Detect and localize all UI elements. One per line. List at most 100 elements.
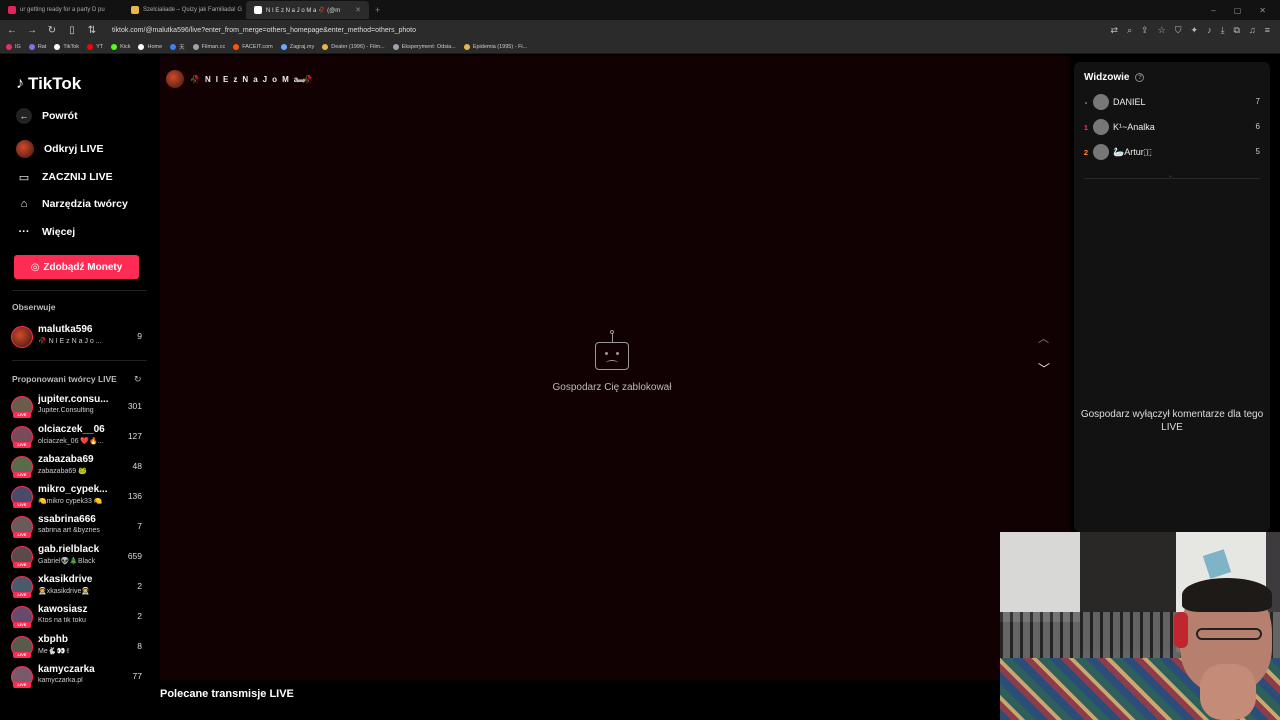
viewer-count: 9: [137, 331, 142, 341]
star-icon[interactable]: ☆: [1158, 25, 1166, 36]
viewer-row[interactable]: - DANIEL 7: [1082, 94, 1264, 112]
site-info-icon[interactable]: ⇅: [86, 25, 98, 36]
tiktok-logo[interactable]: ♪ TikTok: [16, 74, 81, 94]
viewer-rank: 1: [1083, 123, 1089, 132]
webcam-wall: [1000, 532, 1080, 622]
webcam-overlay: [1000, 532, 1280, 720]
more-dots-icon: ···: [18, 226, 30, 238]
url-field[interactable]: tiktok.com/@malutka596/live?enter_from_m…: [112, 27, 416, 34]
minimize-icon[interactable]: –: [1211, 6, 1215, 15]
bookmark-item[interactable]: Zagraj.my: [280, 43, 314, 50]
menu-icon[interactable]: ≡: [1265, 25, 1270, 36]
bookmark-item[interactable]: Rat: [28, 43, 46, 50]
avatar: [1093, 144, 1109, 160]
zoom-icon[interactable]: ⌕: [1127, 25, 1132, 36]
sidebar-item-more[interactable]: ··· Więcej: [16, 224, 76, 240]
host-name: 🥀 N I E z N a J o M a 🥀: [190, 74, 315, 84]
viewer-score: 6: [1255, 122, 1260, 131]
home-tools-icon: ⌂: [20, 198, 28, 210]
music-icon[interactable]: ♫: [1249, 25, 1256, 36]
share-icon[interactable]: ⇪: [1141, 25, 1149, 36]
bookmark-label: FACEIT.com: [242, 43, 273, 50]
viewer-row[interactable]: 1 K¹~Analka 6: [1082, 119, 1264, 137]
bookmark-favicon-icon: [170, 43, 177, 50]
chevron-down-icon[interactable]: ﹀: [1038, 360, 1050, 377]
bookmark-item[interactable]: 天: [170, 43, 185, 51]
viewer-score: 7: [1255, 97, 1260, 106]
bookmark-item[interactable]: Home: [138, 43, 162, 50]
reload-icon[interactable]: ↻: [46, 25, 58, 36]
suggested-creator-item[interactable]: LIVE zabazaba69 zabazaba69 🐸 48: [11, 454, 146, 480]
suggested-creator-item[interactable]: LIVE jupiter.consu... Jupiter.Consulting 30…: [11, 394, 146, 420]
following-item[interactable]: malutka596 🥀 N I E z N a J o ... 9: [11, 324, 146, 350]
close-window-icon[interactable]: ✕: [1259, 6, 1266, 15]
creator-subtitle: 👨‍🚀xkasikdrive👨‍🚀: [38, 588, 91, 595]
bookmark-favicon-icon: [54, 43, 61, 50]
bookmark-favicon-icon: [28, 43, 35, 50]
browser-tab-1[interactable]: ur getting ready for a party D pu: [0, 1, 123, 19]
close-tab-icon[interactable]: ✕: [355, 6, 361, 14]
share-arrow-icon[interactable]: ➦: [297, 74, 306, 87]
bookmark-item[interactable]: Eksperyment: Odsia...: [392, 43, 456, 50]
sidebar-item-creator-tools[interactable]: ⌂ Narzędzia twórcy: [16, 196, 128, 212]
viewer-name: 🦢Artur🇮: [1113, 147, 1152, 157]
refresh-icon[interactable]: ↻: [134, 374, 142, 385]
get-coins-button[interactable]: ◎ Zdobądź Monety: [14, 255, 139, 279]
bookmark-item[interactable]: FACEIT.com: [233, 43, 273, 50]
viewers-title-row: Widzowie ?: [1084, 72, 1145, 83]
viewer-count: 8: [137, 641, 142, 651]
extension-icon[interactable]: ✦: [1191, 25, 1199, 36]
creator-name: gab.rielblack: [38, 544, 100, 555]
browser-tab-2[interactable]: Szelcialiade – Quizy jak Familiada! G: [123, 1, 246, 19]
sound-icon[interactable]: ♪: [1207, 25, 1212, 36]
suggested-creator-item[interactable]: LIVE gab.rielblack Gabriel👽🎄Black 659: [11, 544, 146, 570]
bookmark-label: Dealer (1996) - Film...: [331, 43, 385, 50]
headphones-icon: [1174, 612, 1188, 648]
puzzle-icon[interactable]: ⧉: [1234, 25, 1240, 36]
live-badge: LIVE: [13, 652, 31, 658]
maximize-icon[interactable]: ▢: [1234, 6, 1242, 15]
bookmark-item[interactable]: Epidemia (1995) - Fi...: [463, 43, 527, 50]
sidebar-item-start-live[interactable]: ▭ ZACZNIJ LIVE: [16, 169, 113, 185]
translate-icon[interactable]: ⇄: [1111, 25, 1119, 36]
host-info[interactable]: 🥀 N I E z N a J o M a 🥀: [166, 70, 315, 88]
creator-name: mikro_cypek...: [38, 484, 108, 495]
avatar: [1093, 119, 1109, 135]
expand-chevron-icon[interactable]: ⌄: [1168, 172, 1173, 179]
help-icon[interactable]: ?: [1135, 73, 1145, 82]
viewer-count: 77: [132, 671, 142, 681]
download-icon[interactable]: ⤓: [1221, 25, 1225, 36]
bookmark-item[interactable]: YT: [87, 43, 103, 50]
bookmark-item[interactable]: IG: [6, 43, 21, 50]
bookmark-item[interactable]: Dealer (1996) - Film...: [322, 43, 385, 50]
suggested-creator-item[interactable]: LIVE xbphb Me🐇👀✌ 8: [11, 634, 146, 660]
browser-tab-3[interactable]: N I E z N a J o M a 🥀 (@m ✕: [246, 1, 369, 19]
menu-label: Więcej: [42, 226, 76, 238]
viewer-count: 48: [132, 461, 142, 471]
shield-icon[interactable]: ⛉: [1175, 25, 1182, 36]
bookmark-item[interactable]: TikTok: [54, 43, 79, 50]
suggested-creator-item[interactable]: LIVE xkasikdrive 👨‍🚀xkasikdrive👨‍🚀 2: [11, 574, 146, 600]
back-arrow-icon[interactable]: ←: [6, 25, 18, 36]
forward-arrow-icon[interactable]: →: [26, 25, 38, 36]
bookmark-item[interactable]: Kick: [111, 43, 130, 50]
suggested-creator-item[interactable]: LIVE ssabrina666 sabrina art &byznes 7: [11, 514, 146, 540]
chevron-up-icon[interactable]: ︿: [1038, 330, 1049, 346]
suggested-creator-item[interactable]: LIVE olciaczek__06 olciaczek_06 ❤️🔥... 127: [11, 424, 146, 450]
viewer-row[interactable]: 2 🦢Artur🇮 5: [1082, 144, 1264, 162]
suggested-creator-item[interactable]: LIVE kawosiasz Ktoś na tik toku 2: [11, 604, 146, 630]
divider: [12, 290, 147, 291]
bookmark-item[interactable]: Filman.cc: [192, 43, 225, 50]
tab-title: ur getting ready for a party D pu: [20, 7, 105, 13]
new-tab-icon[interactable]: +: [375, 5, 380, 15]
bookmark-icon[interactable]: ▯: [66, 25, 78, 36]
suggested-creator-item[interactable]: LIVE mikro_cypek... 🍋mikro cypek33 🍋 136: [11, 484, 146, 510]
live-stage: 🥀 N I E z N a J o M a 🥀 ➦ Gospodarz Cię …: [160, 56, 1070, 680]
suggested-creator-item[interactable]: LIVE kamyczarka kamyczarka.pl 77: [11, 664, 146, 690]
creator-name: olciaczek__06: [38, 424, 105, 435]
back-button[interactable]: ← Powrót: [16, 108, 78, 124]
viewer-name: K¹~Analka: [1113, 122, 1155, 132]
viewer-rank: -: [1084, 98, 1088, 107]
sidebar-item-discover-live[interactable]: Odkryj LIVE: [16, 140, 104, 158]
avatar: [11, 326, 33, 348]
